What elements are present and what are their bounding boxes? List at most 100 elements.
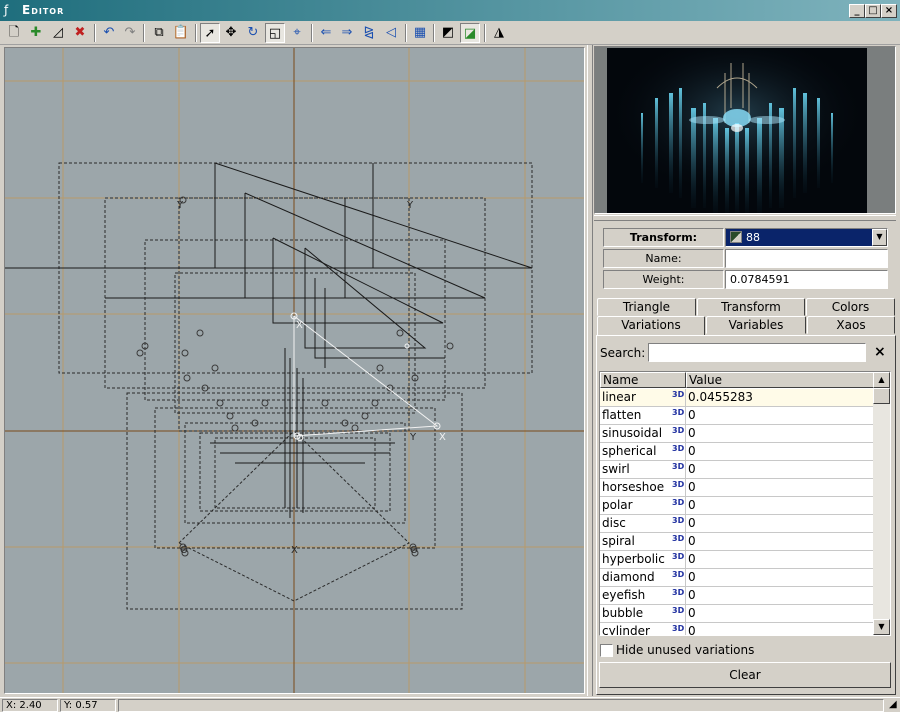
tab-variations[interactable]: Variations: [597, 316, 705, 336]
name-field[interactable]: [725, 249, 888, 268]
axis-x-label: X: [296, 320, 303, 331]
variation-value[interactable]: 0: [688, 605, 696, 622]
tab-colors[interactable]: Colors: [806, 298, 895, 316]
transform-select[interactable]: 88 ▼: [725, 228, 888, 247]
column-header-name[interactable]: Name: [600, 372, 686, 388]
window-title: Editor: [22, 3, 65, 17]
column-header-value[interactable]: Value: [686, 372, 874, 388]
3d-badge: 3D: [672, 624, 685, 633]
tab-triangle[interactable]: Triangle: [597, 298, 696, 316]
table-row[interactable]: eyefish 3D 0: [600, 587, 874, 605]
hide-unused-label[interactable]: Hide unused variations: [616, 643, 754, 657]
table-row[interactable]: linear 3D 0.0455283: [600, 389, 874, 407]
flip-vertical-icon[interactable]: ◁: [381, 23, 401, 43]
pivot-icon[interactable]: ⌖: [287, 23, 307, 43]
3d-badge: 3D: [672, 534, 685, 543]
transform-select-value: 88: [746, 231, 760, 244]
table-row[interactable]: disc 3D 0: [600, 515, 874, 533]
3d-badge: 3D: [672, 462, 685, 471]
3d-badge: 3D: [672, 444, 685, 453]
rotate-icon[interactable]: ↻: [243, 23, 263, 43]
solid-triangles: [5, 162, 533, 518]
hide-unused-checkbox[interactable]: [600, 644, 613, 657]
variation-value[interactable]: 0: [688, 551, 696, 568]
redo-icon[interactable]: ↷: [120, 23, 140, 43]
table-row[interactable]: cylinder 3D 0: [600, 623, 874, 635]
grid-scrollbar[interactable]: ▲ ▼: [873, 372, 890, 635]
table-row[interactable]: horseshoe 3D 0: [600, 479, 874, 497]
undo-icon[interactable]: ↶: [99, 23, 119, 43]
variation-value[interactable]: 0: [688, 515, 696, 532]
origin-label: O: [410, 545, 418, 556]
tab-xaos[interactable]: Xaos: [807, 316, 895, 334]
select-icon[interactable]: ➚: [200, 23, 220, 43]
table-row[interactable]: spherical 3D 0: [600, 443, 874, 461]
table-row[interactable]: sinusoidal 3D 0: [600, 425, 874, 443]
scroll-thumb[interactable]: [873, 388, 890, 404]
minimize-button[interactable]: _: [849, 4, 865, 18]
table-row[interactable]: flatten 3D 0: [600, 407, 874, 425]
variation-value[interactable]: 0: [688, 479, 696, 496]
search-input[interactable]: [648, 343, 866, 362]
table-row[interactable]: spiral 3D 0: [600, 533, 874, 551]
toolbar-separator: [405, 24, 407, 42]
paste-icon[interactable]: 📋: [171, 23, 191, 43]
axis-x-label: X: [291, 545, 298, 556]
chevron-down-icon[interactable]: ▼: [872, 229, 887, 246]
close-button[interactable]: ×: [881, 4, 897, 18]
move-icon[interactable]: ✥: [221, 23, 241, 43]
copy-icon[interactable]: ⧉: [149, 23, 169, 43]
vertical-splitter[interactable]: [587, 45, 593, 696]
weight-field[interactable]: 0.0784591: [725, 270, 888, 289]
variation-value[interactable]: 0: [688, 443, 696, 460]
status-message: [118, 699, 884, 712]
rotate-left-icon[interactable]: ⇐: [316, 23, 336, 43]
new-icon[interactable]: 🗋: [4, 23, 24, 43]
name-label: Name:: [603, 249, 724, 268]
table-row[interactable]: swirl 3D 0: [600, 461, 874, 479]
variation-value[interactable]: 0: [688, 587, 696, 604]
variation-value[interactable]: 0: [688, 407, 696, 424]
toggle-final-icon[interactable]: ◪: [460, 23, 480, 43]
transform-editor-canvas[interactable]: Y Y X Y O O X X O: [4, 47, 585, 694]
grid-header: Name Value: [600, 372, 874, 388]
maximize-button[interactable]: □: [865, 4, 881, 18]
scroll-down-icon[interactable]: ▼: [873, 619, 890, 635]
scroll-up-icon[interactable]: ▲: [873, 372, 890, 388]
table-row[interactable]: polar 3D 0: [600, 497, 874, 515]
delete-icon[interactable]: ✖: [70, 23, 90, 43]
toggle-variations-icon[interactable]: ◩: [438, 23, 458, 43]
table-row[interactable]: hyperbolic 3D 0: [600, 551, 874, 569]
3d-badge: 3D: [672, 390, 685, 399]
variation-value[interactable]: 0: [688, 623, 696, 635]
variation-value[interactable]: 0: [688, 425, 696, 442]
variation-value[interactable]: 0.0455283: [688, 389, 753, 406]
grid-icon[interactable]: ▦: [410, 23, 430, 43]
transform-color-swatch: [730, 231, 742, 243]
resize-grip-icon[interactable]: ◢: [886, 699, 898, 712]
flip-horizontal-icon[interactable]: ⧎: [359, 23, 379, 43]
close-icon[interactable]: ×: [874, 344, 886, 360]
rotate-right-icon[interactable]: ⇒: [337, 23, 357, 43]
variation-value[interactable]: 0: [688, 569, 696, 586]
table-row[interactable]: bubble 3D 0: [600, 605, 874, 623]
3d-badge: 3D: [672, 498, 685, 507]
variation-value[interactable]: 0: [688, 497, 696, 514]
tab-variables[interactable]: Variables: [706, 316, 806, 334]
clear-button[interactable]: Clear: [599, 662, 891, 688]
flame-render: [607, 48, 867, 213]
preview-panel: [594, 46, 896, 214]
duplicate-icon[interactable]: ◿: [48, 23, 68, 43]
3d-badge: 3D: [672, 552, 685, 561]
variation-value[interactable]: 0: [688, 533, 696, 550]
variation-value[interactable]: 0: [688, 461, 696, 478]
settings-icon[interactable]: ◮: [489, 23, 509, 43]
variations-grid[interactable]: Name Value linear 3D 0.0455283 flatten 3D 0 si…: [599, 371, 891, 636]
scale-icon[interactable]: ◱: [265, 23, 285, 43]
table-row[interactable]: diamond 3D 0: [600, 569, 874, 587]
3d-badge: 3D: [672, 480, 685, 489]
tab-transform[interactable]: Transform: [697, 298, 805, 316]
3d-badge: 3D: [672, 408, 685, 417]
horizontal-splitter[interactable]: [594, 215, 896, 221]
add-icon[interactable]: ✚: [26, 23, 46, 43]
